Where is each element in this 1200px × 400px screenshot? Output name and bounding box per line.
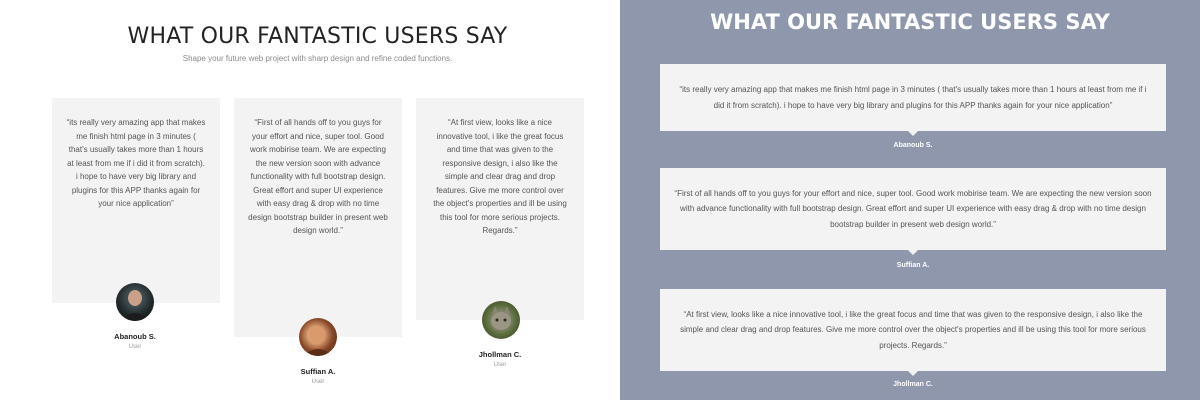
- person-photo-icon: [303, 326, 333, 356]
- testimonial-quote: “its really very amazing app that makes …: [66, 118, 206, 208]
- testimonial-quote: “First of all hands off to you guys for …: [674, 188, 1152, 229]
- section-title: WHAT OUR FANTASTIC USERS SAY: [127, 24, 508, 49]
- author-role: User: [128, 344, 142, 350]
- testimonial-quote: “its really very amazing app that makes …: [679, 85, 1147, 110]
- avatar: [299, 318, 337, 356]
- author-role: User: [493, 362, 507, 368]
- person-photo-icon: [122, 290, 148, 321]
- section-subtitle: Shape your future web project with sharp…: [182, 54, 453, 63]
- author-name: Abanoub S.: [893, 142, 933, 149]
- testimonial-quote: “At first view, looks like a nice innova…: [433, 118, 567, 235]
- testimonials-grid-section: WHAT OUR FANTASTIC USERS SAY Shape your …: [0, 0, 620, 400]
- avatar: [482, 301, 520, 339]
- testimonial-bubble: “First of all hands off to you guys for …: [660, 168, 1166, 255]
- testimonial-card: “At first view, looks like a nice innova…: [416, 98, 584, 320]
- author-role: User: [311, 379, 325, 385]
- author-name: Suffian A.: [896, 262, 930, 269]
- testimonial-quote: “At first view, looks like a nice innova…: [680, 309, 1146, 350]
- author-name: Suffian A.: [300, 367, 336, 376]
- testimonial-bubble: “its really very amazing app that makes …: [660, 64, 1166, 136]
- testimonial-card: “First of all hands off to you guys for …: [234, 98, 402, 337]
- author-name: Abanoub S.: [114, 332, 156, 341]
- testimonials-list-section: WHAT OUR FANTASTIC USERS SAY “its really…: [620, 0, 1200, 400]
- author-name: Jhollman C.: [893, 381, 933, 388]
- cat-photo-icon: [491, 306, 511, 330]
- avatar: [116, 283, 154, 321]
- author-name: Jhollman C.: [478, 350, 522, 359]
- section-title: WHAT OUR FANTASTIC USERS SAY: [710, 10, 1110, 34]
- testimonial-card: “its really very amazing app that makes …: [52, 98, 220, 303]
- testimonial-quote: “First of all hands off to you guys for …: [248, 118, 388, 235]
- testimonial-bubble: “At first view, looks like a nice innova…: [660, 289, 1166, 376]
